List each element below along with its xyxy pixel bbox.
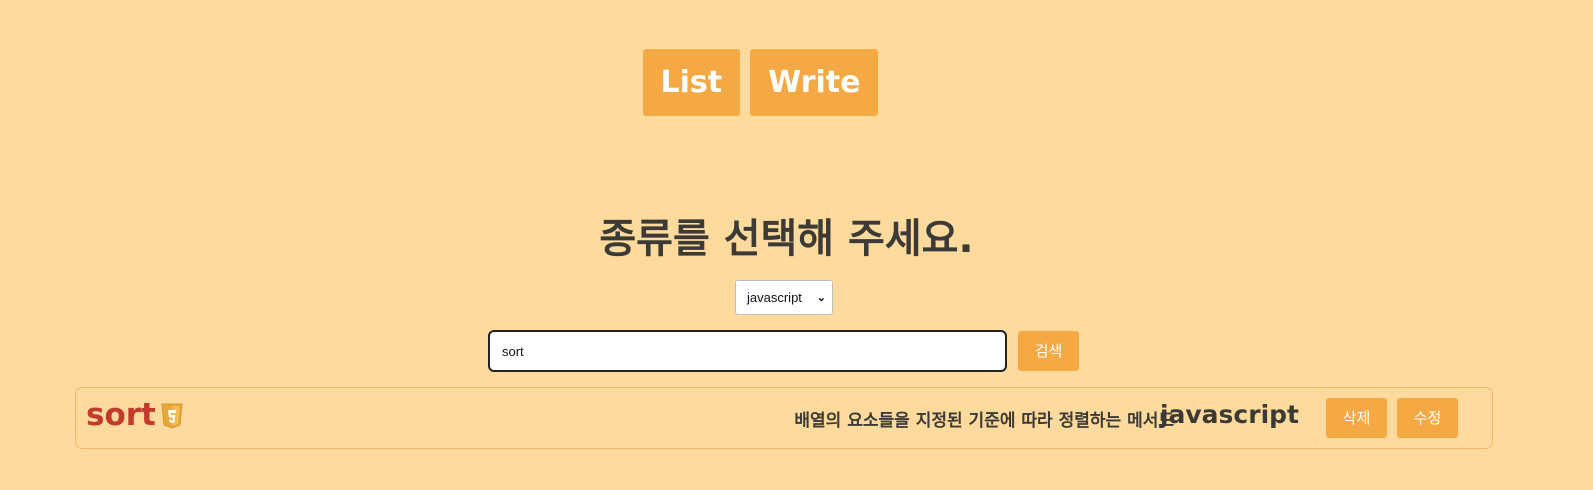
- kind-select-value: javascript: [747, 290, 802, 305]
- result-card: sort 배열의 요소들을 지정된 기준에 따라 정렬하는 메서드 javasc…: [75, 387, 1493, 449]
- kind-select[interactable]: javascript ⌄: [735, 280, 833, 315]
- edit-button[interactable]: 수정: [1397, 398, 1458, 438]
- delete-button[interactable]: 삭제: [1326, 398, 1387, 438]
- javascript-icon: [161, 403, 183, 433]
- result-name[interactable]: sort: [86, 397, 156, 433]
- top-nav: List Write: [0, 49, 1557, 116]
- list-button[interactable]: List: [642, 49, 741, 116]
- write-button[interactable]: Write: [750, 49, 879, 116]
- result-kind: javascript: [1159, 400, 1299, 429]
- result-description: 배열의 요소들을 지정된 기준에 따라 정렬하는 메서드: [794, 411, 1174, 431]
- search-button[interactable]: 검색: [1018, 331, 1079, 371]
- page-title: 종류를 선택해 주세요.: [599, 216, 974, 262]
- search-input[interactable]: [488, 330, 1007, 372]
- chevron-down-icon: ⌄: [816, 292, 826, 304]
